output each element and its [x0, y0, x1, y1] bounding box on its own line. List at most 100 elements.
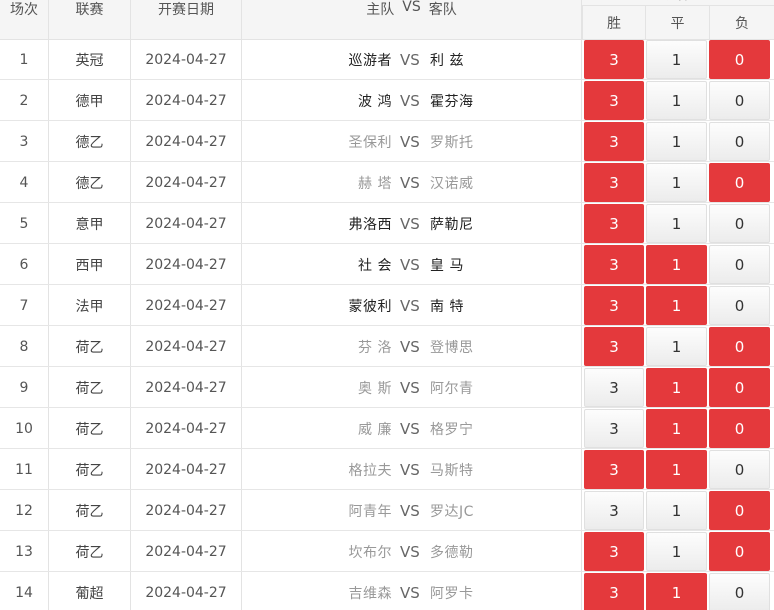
match-index: 12 — [0, 490, 49, 531]
table-row: 5 意甲 2024-04-27 弗洛西 VS 萨勒尼 3 1 0 — [0, 203, 774, 244]
win-option[interactable]: 3 — [584, 286, 644, 325]
win-option[interactable]: 3 — [584, 327, 644, 366]
draw-option[interactable]: 1 — [646, 409, 707, 448]
lose-option[interactable]: 0 — [709, 286, 770, 325]
header-odds-group: 选择 胜 平 负 — [582, 0, 774, 39]
match-date: 2024-04-27 — [131, 490, 242, 531]
win-option[interactable]: 3 — [584, 368, 644, 407]
league-name: 荷乙 — [49, 490, 131, 531]
match-index: 11 — [0, 449, 49, 490]
draw-option[interactable]: 1 — [646, 163, 707, 202]
lose-option[interactable]: 0 — [709, 409, 770, 448]
draw-option[interactable]: 1 — [646, 532, 707, 571]
win-option[interactable]: 3 — [584, 40, 644, 79]
away-team: 罗斯托 — [430, 134, 474, 151]
match-index: 1 — [0, 39, 49, 80]
draw-option[interactable]: 1 — [646, 204, 707, 243]
win-option[interactable]: 3 — [584, 163, 644, 202]
lose-option[interactable]: 0 — [709, 40, 770, 79]
home-team: 蒙彼利 — [348, 298, 392, 315]
lose-option[interactable]: 0 — [709, 81, 770, 120]
lose-option[interactable]: 0 — [709, 245, 770, 284]
draw-option[interactable]: 1 — [646, 327, 707, 366]
match-teams: 弗洛西 VS 萨勒尼 — [242, 203, 582, 244]
league-name: 荷乙 — [49, 449, 131, 490]
header-index: 场次 — [0, 0, 49, 39]
match-date: 2024-04-27 — [131, 572, 242, 610]
match-date: 2024-04-27 — [131, 39, 242, 80]
draw-option[interactable]: 1 — [646, 40, 707, 79]
league-name: 荷乙 — [49, 531, 131, 572]
table-row: 11 荷乙 2024-04-27 格拉夫 VS 马斯特 3 1 0 — [0, 449, 774, 490]
draw-option[interactable]: 1 — [646, 573, 707, 610]
home-team: 阿青年 — [348, 503, 392, 520]
header-draw: 平 — [645, 6, 709, 39]
lose-option[interactable]: 0 — [709, 122, 770, 161]
away-team: 利 兹 — [430, 52, 464, 69]
win-option[interactable]: 3 — [584, 122, 644, 161]
table-row: 1 英冠 2024-04-27 巡游者 VS 利 兹310 — [0, 39, 774, 80]
win-option[interactable]: 3 — [584, 491, 644, 530]
match-teams: 芬 洛 VS 登博思 — [242, 326, 582, 367]
match-index: 8 — [0, 326, 49, 367]
lose-option[interactable]: 0 — [709, 491, 770, 530]
lose-option[interactable]: 0 — [709, 204, 770, 243]
table-row: 3 德乙 2024-04-27 圣保利 VS 罗斯托 3 1 0 — [0, 121, 774, 162]
draw-option[interactable]: 1 — [646, 450, 707, 489]
home-team: 圣保利 — [348, 134, 392, 151]
league-name: 荷乙 — [49, 408, 131, 449]
vs-label: VS — [400, 419, 420, 438]
win-option[interactable]: 3 — [584, 573, 644, 610]
away-team: 罗达JC — [430, 503, 474, 520]
vs-label: VS — [400, 542, 420, 561]
lose-option[interactable]: 0 — [709, 327, 770, 366]
home-team: 坎布尔 — [348, 544, 392, 561]
draw-option[interactable]: 1 — [646, 368, 707, 407]
match-date: 2024-04-27 — [131, 408, 242, 449]
match-teams: 坎布尔 VS 多德勒 — [242, 531, 582, 572]
home-team: 波 鸿 — [358, 93, 392, 110]
vs-label: VS — [400, 337, 420, 356]
table-row: 2 德甲 2024-04-27 波 鸿 VS 霍芬海 3 1 0 — [0, 80, 774, 121]
match-date: 2024-04-27 — [131, 203, 242, 244]
win-option[interactable]: 3 — [584, 204, 644, 243]
table-row: 12 荷乙 2024-04-27 阿青年 VS 罗达JC 3 1 0 — [0, 490, 774, 531]
win-option[interactable]: 3 — [584, 450, 644, 489]
match-index: 13 — [0, 531, 49, 572]
draw-option[interactable]: 1 — [646, 81, 707, 120]
away-team: 萨勒尼 — [430, 216, 474, 233]
away-team: 南 特 — [430, 298, 464, 315]
lose-option[interactable]: 0 — [709, 163, 770, 202]
lose-option[interactable]: 0 — [709, 532, 770, 571]
draw-option[interactable]: 1 — [646, 286, 707, 325]
draw-option[interactable]: 1 — [646, 122, 707, 161]
home-team: 芬 洛 — [358, 339, 392, 356]
table-row: 4 德乙 2024-04-27 赫 塔 VS 汉诺威 3 1 0 — [0, 162, 774, 203]
home-team: 奥 斯 — [358, 380, 392, 397]
draw-option[interactable]: 1 — [646, 245, 707, 284]
win-option[interactable]: 3 — [584, 245, 644, 284]
lose-option[interactable]: 0 — [709, 573, 770, 610]
table-row: 6 西甲 2024-04-27 社 会 VS 皇 马 310 — [0, 244, 774, 285]
league-name: 法甲 — [49, 285, 131, 326]
header-home: 主队 — [366, 2, 395, 18]
match-teams: 阿青年 VS 罗达JC — [242, 490, 582, 531]
match-teams: 赫 塔 VS 汉诺威 — [242, 162, 582, 203]
match-teams: 巡游者 VS 利 兹 — [242, 39, 582, 80]
win-option[interactable]: 3 — [584, 409, 644, 448]
away-team: 阿罗卡 — [430, 585, 474, 602]
table-row: 8 荷乙 2024-04-27 芬 洛 VS 登博思 3 1 0 — [0, 326, 774, 367]
league-name: 荷乙 — [49, 326, 131, 367]
match-date: 2024-04-27 — [131, 162, 242, 203]
win-option[interactable]: 3 — [584, 532, 644, 571]
away-team: 阿尔青 — [430, 380, 474, 397]
lose-option[interactable]: 0 — [709, 450, 770, 489]
draw-option[interactable]: 1 — [646, 491, 707, 530]
away-team: 马斯特 — [430, 462, 474, 479]
league-name: 德乙 — [49, 162, 131, 203]
header-vs: VS — [402, 0, 421, 15]
match-index: 4 — [0, 162, 49, 203]
lose-option[interactable]: 0 — [709, 368, 770, 407]
match-index: 3 — [0, 121, 49, 162]
win-option[interactable]: 3 — [584, 81, 644, 120]
